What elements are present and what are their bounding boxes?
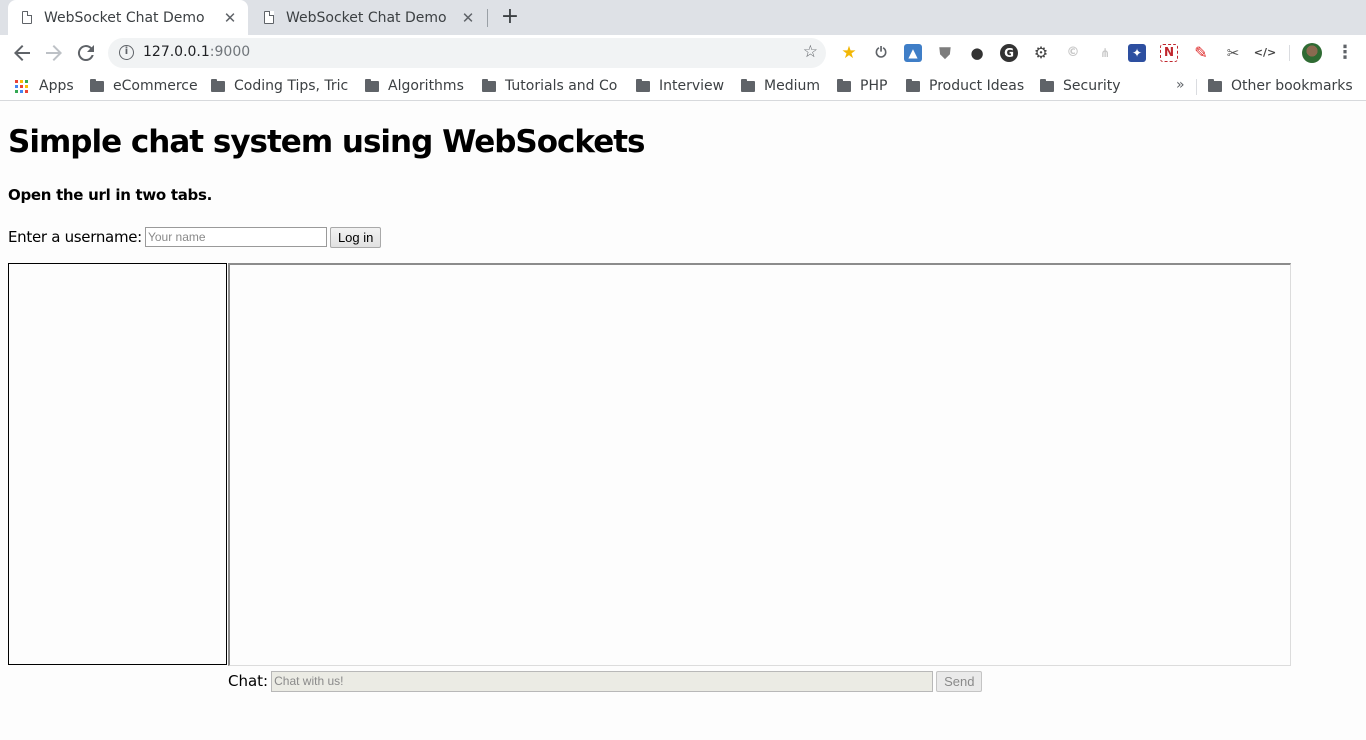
folder-icon	[90, 78, 104, 92]
g-icon[interactable]: G	[1000, 44, 1018, 62]
folder-icon	[211, 78, 225, 92]
url-text: 127.0.0.1:9000	[143, 44, 251, 60]
folder-icon	[837, 78, 851, 92]
tab-title: WebSocket Chat Demo	[44, 9, 205, 26]
back-arrow-icon[interactable]	[10, 41, 34, 65]
folder-icon	[1040, 78, 1054, 92]
bookmark-label: Tutorials and Co	[505, 78, 618, 94]
bookmark-label: Medium	[764, 78, 820, 94]
folder-icon	[906, 78, 920, 92]
chat-form: Chat: Send	[228, 670, 983, 692]
bookmark-label: Algorithms	[388, 78, 464, 94]
chat-input[interactable]	[271, 670, 934, 692]
bookmark-folder[interactable]: Interview	[636, 76, 724, 96]
close-tab-icon[interactable]: ✕	[460, 10, 476, 26]
bookmark-label: Product Ideas	[929, 78, 1025, 94]
bookmark-folder[interactable]: PHP	[837, 76, 887, 96]
tab-strip: WebSocket Chat Demo ✕ WebSocket Chat Dem…	[0, 0, 1366, 35]
login-form: Enter a username: Log in	[8, 226, 382, 248]
address-bar[interactable]: i 127.0.0.1:9000 ☆	[108, 38, 826, 68]
bookmark-label: eCommerce	[113, 78, 198, 94]
paint-icon[interactable]: ✎	[1192, 44, 1210, 62]
bookmark-label: PHP	[860, 78, 888, 94]
page-title: Simple chat system using WebSockets	[8, 124, 645, 160]
star-extension-icon[interactable]: ★	[840, 44, 858, 62]
bookmark-label: Interview	[659, 78, 725, 94]
tab-divider	[487, 9, 488, 27]
forward-arrow-icon[interactable]	[42, 41, 66, 65]
folder-icon	[741, 78, 755, 92]
chat-label: Chat:	[228, 672, 269, 690]
bookmark-star-icon[interactable]: ☆	[803, 42, 818, 62]
apps-grid-icon	[15, 79, 28, 93]
bookmark-label: Other bookmarks	[1231, 78, 1353, 94]
username-label: Enter a username:	[8, 228, 142, 246]
messages-panel[interactable]	[228, 263, 1291, 666]
drive-icon[interactable]: ▲	[904, 44, 922, 62]
bookmark-other[interactable]: Other bookmarks	[1208, 76, 1353, 96]
folder-icon	[482, 78, 496, 92]
page-icon	[264, 11, 274, 24]
bookmarks-bar: Apps eCommerce Coding Tips, Tric Algorit…	[0, 71, 1366, 101]
network-icon[interactable]: ⋔	[1096, 44, 1114, 62]
info-icon[interactable]: i	[119, 45, 134, 60]
bookmark-label: Security	[1063, 78, 1121, 94]
page-subtitle: Open the url in two tabs.	[8, 186, 213, 204]
username-input[interactable]	[144, 227, 327, 247]
tab-title: WebSocket Chat Demo	[286, 9, 447, 26]
bookmark-label: Coding Tips, Tric	[234, 78, 349, 94]
bookmarks-overflow-chevron[interactable]: »	[1176, 77, 1185, 93]
browser-tab-active[interactable]: WebSocket Chat Demo ✕	[8, 0, 248, 35]
bookmark-folder[interactable]: eCommerce	[90, 76, 198, 96]
avatar[interactable]	[1302, 43, 1322, 63]
bookmark-folder[interactable]: Security	[1040, 76, 1121, 96]
bookmark-apps[interactable]: Apps	[15, 76, 74, 96]
bookmark-folder[interactable]: Product Ideas	[906, 76, 1024, 96]
login-button[interactable]: Log in	[329, 226, 382, 248]
c-icon[interactable]: ©	[1064, 44, 1082, 62]
reload-icon[interactable]	[74, 41, 98, 65]
spy-icon[interactable]: ●	[968, 44, 986, 62]
bookmark-label: Apps	[39, 78, 74, 94]
shield-icon[interactable]: ⛊	[936, 44, 954, 62]
folder-icon	[636, 78, 650, 92]
page-icon	[22, 11, 32, 24]
puzzle-icon[interactable]: ✦	[1128, 44, 1146, 62]
menu-kebab-icon[interactable]: ⋮	[1336, 42, 1354, 64]
gear-icon[interactable]: ⚙	[1032, 44, 1050, 62]
toolbar-divider	[1289, 45, 1290, 61]
browser-tab[interactable]: WebSocket Chat Demo ✕	[250, 0, 486, 35]
folder-icon	[1208, 78, 1222, 92]
brush-icon[interactable]: ✂	[1224, 44, 1242, 62]
bookmark-folder[interactable]: Tutorials and Co	[482, 76, 620, 96]
bookmark-folder[interactable]: Medium	[741, 76, 820, 96]
n-icon[interactable]: N	[1160, 44, 1178, 62]
browser-toolbar: i 127.0.0.1:9000 ☆ ★ ⏻ ▲ ⛊ ● G ⚙ © ⋔ ✦ N…	[0, 35, 1366, 71]
power-icon[interactable]: ⏻	[872, 44, 890, 62]
code-icon[interactable]: </>	[1253, 44, 1277, 62]
page-content: Simple chat system using WebSockets Open…	[0, 102, 1366, 740]
bookmarks-divider	[1196, 79, 1197, 95]
users-list-panel	[8, 263, 227, 665]
new-tab-button[interactable]: +	[499, 6, 521, 28]
send-button[interactable]: Send	[936, 670, 983, 692]
bookmark-folder[interactable]: Coding Tips, Tric	[211, 76, 349, 96]
folder-icon	[365, 78, 379, 92]
bookmark-folder[interactable]: Algorithms	[365, 76, 464, 96]
close-tab-icon[interactable]: ✕	[222, 10, 238, 26]
